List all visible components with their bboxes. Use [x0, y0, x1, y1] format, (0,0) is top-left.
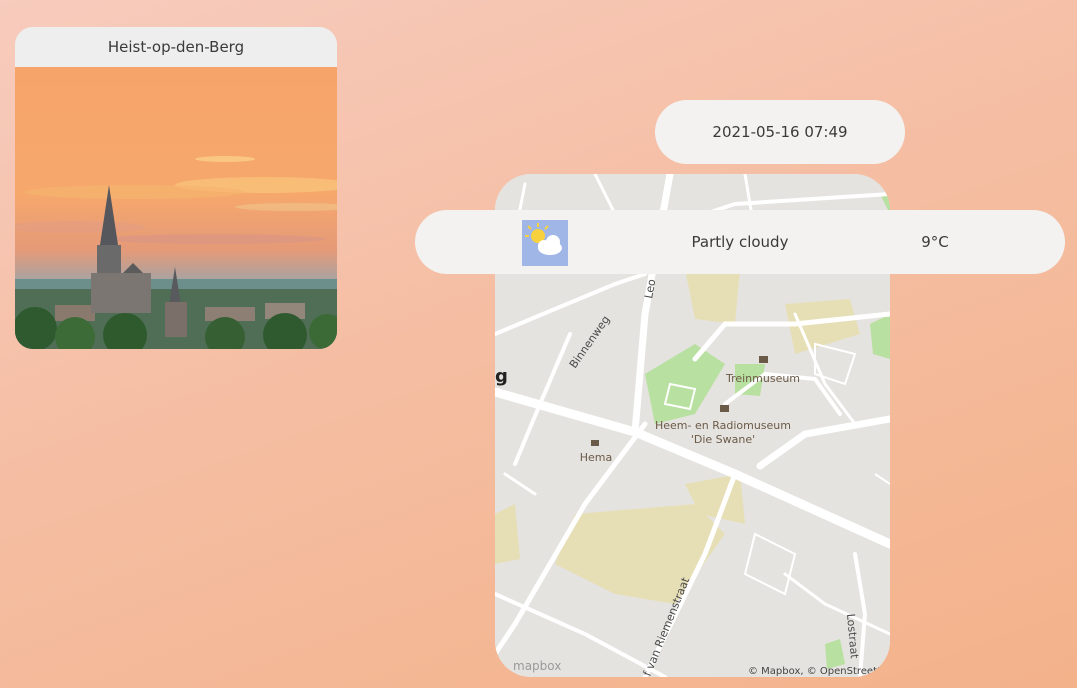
weather-temperature: 9°C — [921, 233, 949, 251]
datetime-text: 2021-05-16 07:49 — [712, 123, 848, 141]
weather-bar: Partly cloudy 9°C — [415, 210, 1065, 274]
poi-label: Heem- en Radiomuseum — [655, 419, 791, 432]
poi-label: Hema — [580, 451, 613, 464]
city-photo — [15, 67, 337, 349]
map-edge-label: g — [495, 366, 508, 387]
city-card: Heist-op-den-Berg — [15, 27, 337, 349]
datetime-pill: 2021-05-16 07:49 — [655, 100, 905, 164]
city-name: Heist-op-den-Berg — [15, 27, 337, 67]
partly-cloudy-icon — [522, 220, 568, 266]
map-attribution[interactable]: © Mapbox, © OpenStreetM — [748, 666, 886, 677]
weather-condition: Partly cloudy — [691, 233, 789, 251]
poi-label: 'Die Swane' — [691, 433, 755, 446]
mapbox-logo[interactable]: mapbox — [513, 659, 561, 673]
poi-label: Treinmuseum — [725, 372, 800, 385]
